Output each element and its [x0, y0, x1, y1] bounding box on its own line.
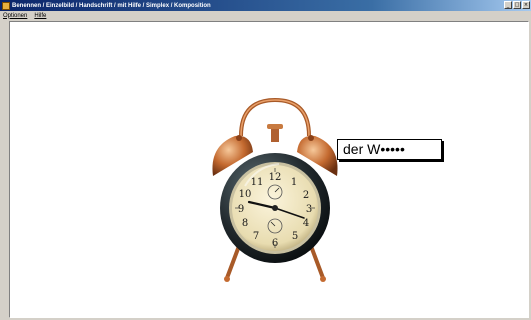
window-controls: _ □ × [504, 1, 530, 9]
window-title: Benennen / Einzelbild / Handschrift / mi… [12, 2, 211, 9]
minimize-button[interactable]: _ [504, 1, 512, 9]
svg-text:8: 8 [242, 218, 248, 229]
menu-optionen[interactable]: Optionen [3, 13, 27, 19]
menu-hilfe[interactable]: Hilfe [34, 13, 46, 19]
word-hint-box: der W••••• [337, 139, 442, 160]
app-icon [2, 1, 10, 10]
svg-text:10: 10 [239, 189, 252, 200]
menu-bar: Optionen Hilfe [0, 11, 531, 20]
svg-text:9: 9 [238, 204, 244, 215]
svg-text:5: 5 [292, 231, 298, 242]
close-button[interactable]: × [522, 1, 530, 9]
alarm-clock-icon: 12 1 2 3 4 5 6 7 8 9 10 11 [212, 97, 338, 282]
app-window: Benennen / Einzelbild / Handschrift / mi… [0, 0, 531, 320]
maximize-button[interactable]: □ [513, 1, 521, 9]
svg-text:6: 6 [272, 238, 278, 249]
svg-text:4: 4 [303, 218, 309, 229]
svg-text:12: 12 [269, 172, 282, 183]
picture-area: 12 1 2 3 4 5 6 7 8 9 10 11 der W••••• [9, 21, 529, 318]
svg-text:1: 1 [291, 177, 297, 188]
svg-text:11: 11 [251, 177, 264, 188]
svg-text:3: 3 [306, 204, 312, 215]
svg-text:7: 7 [253, 231, 259, 242]
title-bar[interactable]: Benennen / Einzelbild / Handschrift / mi… [0, 0, 531, 11]
svg-text:2: 2 [303, 190, 309, 201]
